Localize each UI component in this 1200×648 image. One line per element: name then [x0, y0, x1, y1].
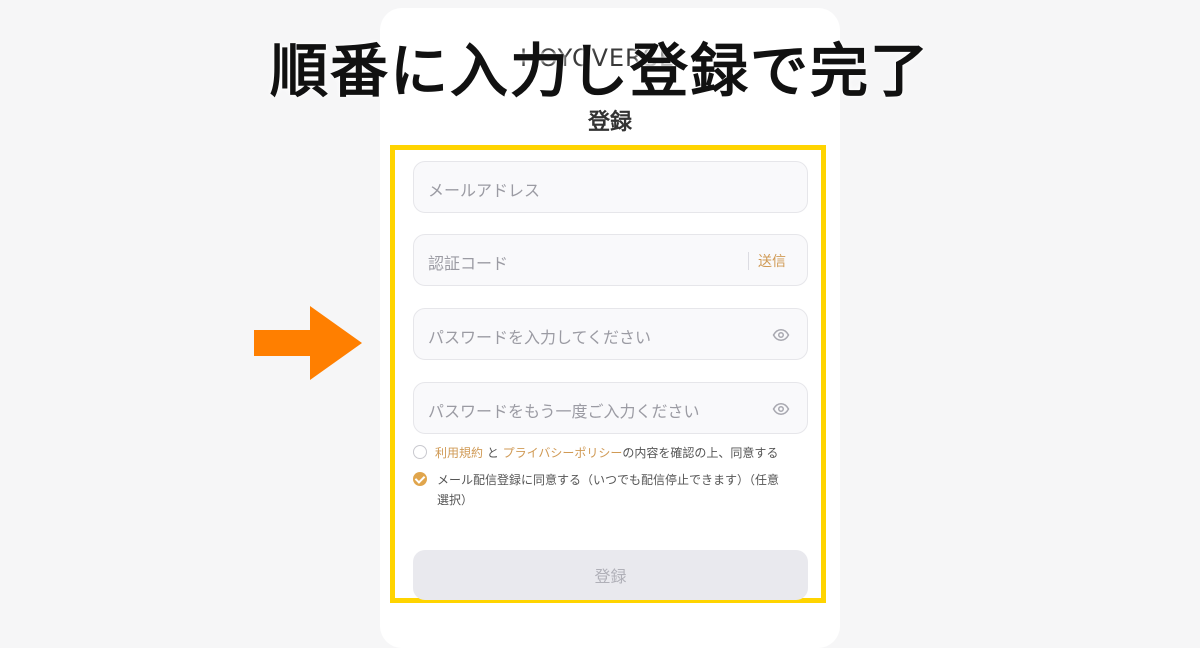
- send-code-button[interactable]: 送信: [758, 251, 786, 271]
- password-confirm-placeholder: パスワードをもう一度ご入力ください: [428, 402, 700, 421]
- newsletter-checkbox[interactable]: [413, 472, 427, 486]
- password-field[interactable]: パスワードを入力してください: [413, 308, 808, 360]
- newsletter-line1: メール配信登録に同意する（いつでも配信停止できます）（任意: [437, 473, 780, 487]
- privacy-policy-link[interactable]: プライバシーポリシー: [503, 446, 623, 460]
- terms-checkbox[interactable]: [413, 445, 427, 459]
- email-field[interactable]: メールアドレス: [413, 161, 808, 213]
- verification-code-field[interactable]: 認証コード 送信: [413, 234, 808, 286]
- password-placeholder: パスワードを入力してください: [428, 328, 652, 347]
- highlight-frame: [390, 145, 826, 603]
- field-divider: [748, 252, 749, 270]
- register-button[interactable]: 登録: [413, 550, 808, 600]
- password-confirm-field[interactable]: パスワードをもう一度ご入力ください: [413, 382, 808, 434]
- terms-rest: の内容を確認の上、同意する: [622, 446, 779, 460]
- code-placeholder: 認証コード: [428, 254, 509, 273]
- newsletter-line2: 選択）: [437, 493, 474, 507]
- eye-icon[interactable]: [772, 400, 790, 418]
- terms-of-use-link[interactable]: 利用規約: [435, 446, 483, 460]
- eye-icon[interactable]: [772, 326, 790, 344]
- headline: 順番に入力し登録で完了: [269, 37, 930, 105]
- terms-and: と: [483, 446, 503, 460]
- arrow-icon: [254, 306, 362, 380]
- terms-agreement: 利用規約 と プライバシーポリシーの内容を確認の上、同意する: [435, 444, 778, 461]
- newsletter-agreement: メール配信登録に同意する（いつでも配信停止できます）（任意 選択）: [437, 470, 812, 510]
- form-title: 登録: [587, 110, 632, 135]
- email-placeholder: メールアドレス: [428, 181, 541, 200]
